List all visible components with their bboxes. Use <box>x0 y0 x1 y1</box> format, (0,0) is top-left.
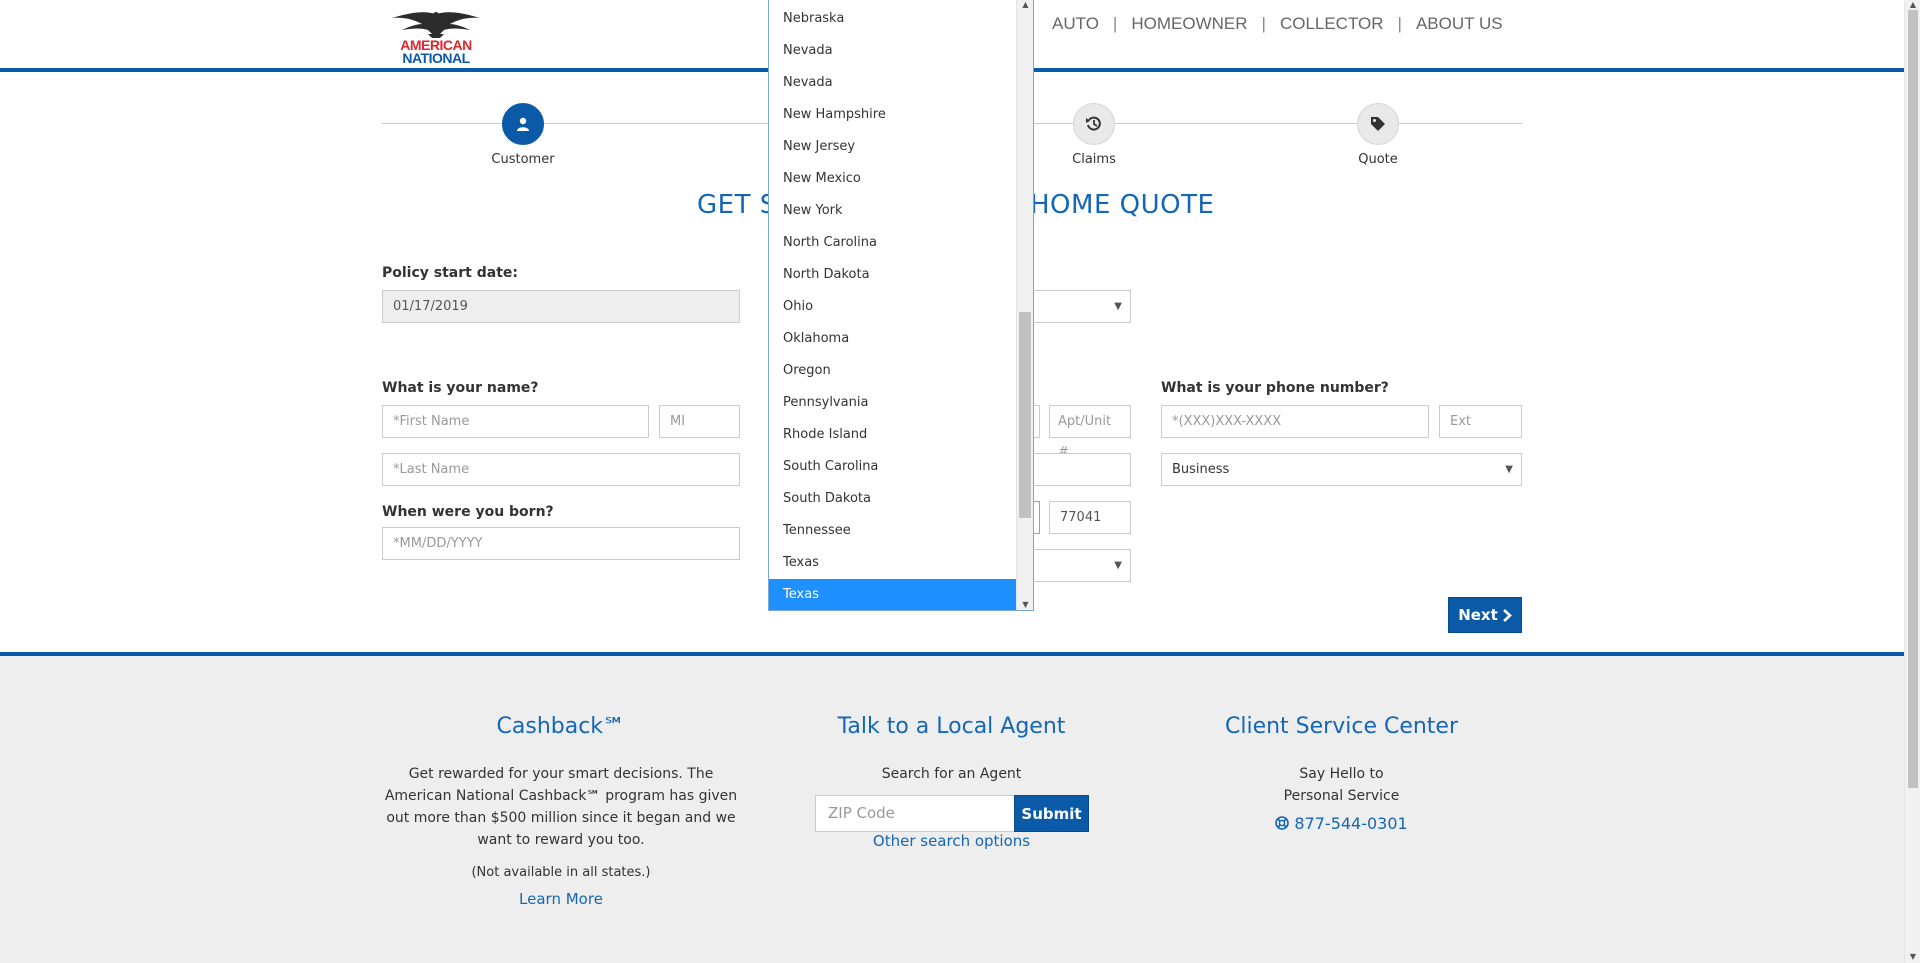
service-line1: Say Hello to <box>1299 766 1384 782</box>
state-option[interactable]: North Carolina <box>769 227 1017 259</box>
phone-type-select[interactable]: Business ▼ <box>1161 453 1522 486</box>
state-option[interactable]: Texas <box>769 579 1017 610</box>
state-option[interactable]: Oklahoma <box>769 323 1017 355</box>
state-option[interactable]: Nevada <box>769 35 1017 67</box>
state-option[interactable]: Nevada <box>769 67 1017 99</box>
nav-separator: | <box>1112 14 1118 33</box>
step-quote[interactable]: Quote <box>1318 103 1438 167</box>
state-option[interactable]: Tennessee <box>769 515 1017 547</box>
scroll-up-arrow-icon[interactable]: ▲ <box>1017 0 1033 9</box>
page-title-left: GET S <box>697 190 777 220</box>
cashback-note: (Not available in all states.) <box>471 865 651 880</box>
state-option[interactable]: New Mexico <box>769 163 1017 195</box>
state-option[interactable]: Oregon <box>769 355 1017 387</box>
nav-separator: | <box>1397 14 1402 33</box>
service-phone-number: 877-544-0301 <box>1294 814 1408 833</box>
middle-initial-field[interactable]: MI <box>659 405 740 438</box>
state-option[interactable]: Texas <box>769 547 1017 579</box>
step-label: Customer <box>491 152 555 167</box>
service-phone-link[interactable]: 877-544-0301 <box>1161 814 1522 833</box>
agent-zip-input[interactable]: ZIP Code <box>815 795 1015 832</box>
state-option[interactable]: Ohio <box>769 291 1017 323</box>
page-title-right: HOME QUOTE <box>1030 190 1215 220</box>
learn-more-link[interactable]: Learn More <box>382 890 740 908</box>
chevron-down-icon: ▼ <box>1114 301 1122 312</box>
main-nav: AUTO | HOMEOWNER | COLLECTOR | ABOUT US <box>1052 14 1503 34</box>
page-scroll-thumb[interactable] <box>1908 10 1918 788</box>
page-scroll-up-icon[interactable]: ▲ <box>1905 0 1920 9</box>
nav-homeowner[interactable]: HOMEOWNER <box>1131 14 1247 34</box>
state-option[interactable]: Pennsylvania <box>769 387 1017 419</box>
page-scroll-down-icon[interactable]: ▼ <box>1905 952 1920 961</box>
first-name-field[interactable]: *First Name <box>382 405 649 438</box>
nav-separator: | <box>1261 14 1266 33</box>
agent-subtitle: Search for an Agent <box>881 766 1022 782</box>
user-icon <box>517 117 529 131</box>
state-option[interactable]: South Carolina <box>769 451 1017 483</box>
phone-type-value: Business <box>1172 462 1230 477</box>
next-button-label: Next <box>1458 606 1498 624</box>
state-option[interactable]: Rhode Island <box>769 419 1017 451</box>
state-options: Nebraska Nevada Nevada New Hampshire New Jer… <box>769 0 1017 610</box>
policy-start-date-field: 01/17/2019 <box>382 290 740 323</box>
chevron-right-icon <box>1502 608 1512 622</box>
state-dropdown-list[interactable]: Nebraska Nevada Nevada New Hampshire New Jer… <box>768 0 1034 611</box>
eagle-icon <box>392 12 480 38</box>
name-label: What is your name? <box>382 380 539 396</box>
nav-auto[interactable]: AUTO <box>1052 14 1099 34</box>
page-scrollbar[interactable]: ▲ ▼ <box>1904 0 1920 963</box>
dropdown-scrollbar[interactable]: ▲ ▼ <box>1016 0 1033 610</box>
logo-text-national: NATIONAL <box>402 50 470 66</box>
apt-unit-field[interactable]: Apt/Unit # <box>1049 405 1131 460</box>
tag-icon <box>1371 117 1385 131</box>
nav-about-us[interactable]: ABOUT US <box>1416 14 1503 34</box>
birth-label: When were you born? <box>382 504 554 520</box>
phone-ext-field[interactable]: Ext <box>1439 405 1522 438</box>
next-button[interactable]: Next <box>1448 597 1522 633</box>
other-search-options-link[interactable]: Other search options <box>800 832 1103 850</box>
step-claims[interactable]: Claims <box>1034 103 1154 167</box>
date-of-birth-field[interactable]: *MM/DD/YYYY <box>382 527 740 560</box>
scroll-down-arrow-icon[interactable]: ▼ <box>1017 600 1033 609</box>
dropdown-scroll-thumb[interactable] <box>1019 312 1031 518</box>
service-title: Client Service Center <box>1224 714 1459 739</box>
state-option[interactable]: New York <box>769 195 1017 227</box>
state-option[interactable]: Nebraska <box>769 0 1017 35</box>
last-name-field[interactable]: *Last Name <box>382 453 740 486</box>
american-national-logo[interactable]: AMERICAN NATIONAL <box>388 8 484 66</box>
phone-label: What is your phone number? <box>1161 380 1389 396</box>
state-option[interactable]: New Jersey <box>769 131 1017 163</box>
step-quote-circle <box>1357 103 1399 145</box>
service-line2: Personal Service <box>1283 788 1400 804</box>
agent-title: Talk to a Local Agent <box>837 714 1066 739</box>
step-customer-circle <box>502 103 544 145</box>
state-option[interactable]: North Dakota <box>769 259 1017 291</box>
zip-field[interactable]: 77041 <box>1049 501 1131 534</box>
step-claims-circle <box>1073 103 1115 145</box>
step-label: Claims <box>1072 152 1116 167</box>
lifebuoy-icon <box>1275 816 1290 830</box>
nav-collector[interactable]: COLLECTOR <box>1280 14 1384 34</box>
step-customer[interactable]: Customer <box>463 103 583 167</box>
phone-number-field[interactable]: *(XXX)XXX-XXXX <box>1161 405 1429 438</box>
history-icon <box>1086 116 1101 131</box>
chevron-down-icon: ▼ <box>1505 464 1513 475</box>
cashback-text: Get rewarded for your smart decisions. T… <box>384 766 738 848</box>
state-option[interactable]: South Dakota <box>769 483 1017 515</box>
cashback-title: Cashback℠ <box>496 714 626 739</box>
step-label: Quote <box>1358 152 1398 167</box>
chevron-down-icon: ▼ <box>1114 560 1122 571</box>
policy-start-label: Policy start date: <box>382 265 518 281</box>
agent-submit-button[interactable]: Submit <box>1014 795 1089 832</box>
state-option[interactable]: New Hampshire <box>769 99 1017 131</box>
